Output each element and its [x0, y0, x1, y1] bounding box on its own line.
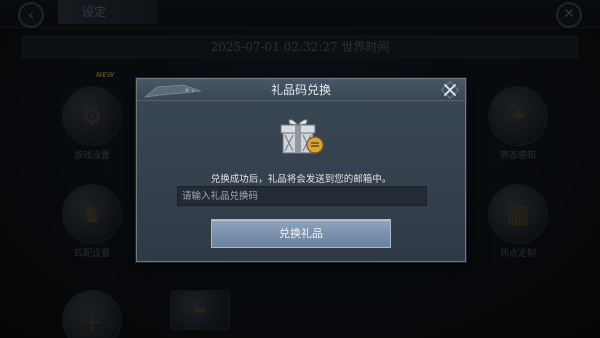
redeem-gift-button[interactable]: 兑换礼品 — [211, 219, 391, 248]
redeem-info-text: 兑换成功后，礼品将会发送到您的邮箱中。 — [210, 174, 392, 185]
close-x-icon[interactable] — [441, 81, 459, 99]
dialog-title: 礼品码兑换 — [270, 83, 331, 97]
gift-box-icon — [280, 119, 324, 154]
gift-code-dialog: 礼品码兑换 兑换成功后，礼品将会发送到您的邮箱中。 兑换礼品 — [136, 78, 466, 262]
gift-code-input[interactable] — [177, 186, 427, 206]
dialog-header: 礼品码兑换 — [137, 79, 465, 101]
